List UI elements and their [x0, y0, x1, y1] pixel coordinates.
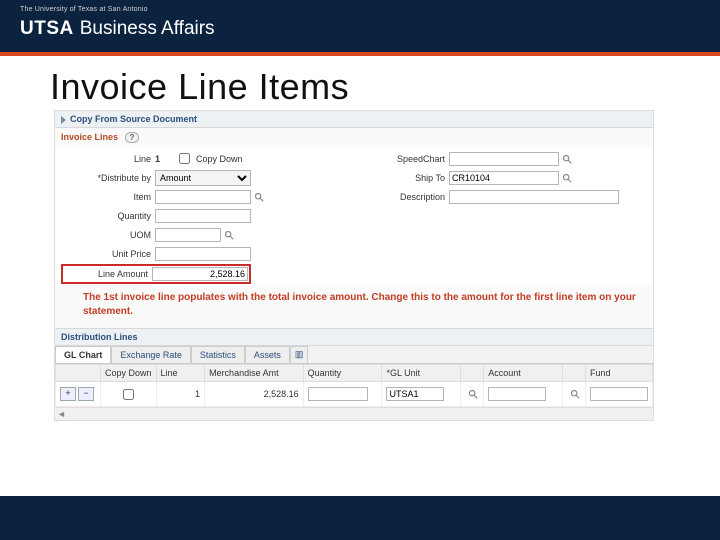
- description-input[interactable]: [449, 190, 619, 204]
- quantity-label: Quantity: [61, 211, 155, 221]
- row-merch-amt: 2,528.16: [205, 382, 304, 407]
- col-actions: [56, 365, 101, 382]
- tab-statistics[interactable]: Statistics: [191, 346, 245, 363]
- distribution-grid: Copy Down Line Merchandise Amt Quantity …: [55, 364, 653, 407]
- copy-from-source-section[interactable]: Copy From Source Document: [55, 111, 653, 128]
- line-amount-label: Line Amount: [64, 269, 152, 279]
- col-copy-down: Copy Down: [101, 365, 157, 382]
- tab-gl-chart[interactable]: GL Chart: [55, 346, 111, 363]
- row-copy-down-checkbox[interactable]: [123, 389, 134, 400]
- tab-assets[interactable]: Assets: [245, 346, 290, 363]
- utsa-wordmark: UTSA: [20, 18, 74, 39]
- line-number: 1: [155, 154, 175, 164]
- item-label: Item: [61, 192, 155, 202]
- ship-to-input[interactable]: [449, 171, 559, 185]
- brand-header: The University of Texas at San Antonio U…: [0, 0, 720, 56]
- dept-name: Business Affairs: [80, 18, 215, 39]
- col-account: Account: [484, 365, 563, 382]
- invoice-lines-title: Invoice Lines: [61, 132, 118, 142]
- scroll-left-icon[interactable]: ◄: [57, 409, 66, 419]
- item-input[interactable]: [155, 190, 251, 204]
- lookup-icon[interactable]: [561, 153, 573, 165]
- line-label: Line: [61, 154, 155, 164]
- grid-row: +− 1 2,528.16: [56, 382, 653, 407]
- col-account-lookup: [562, 365, 585, 382]
- lookup-icon[interactable]: [467, 388, 479, 400]
- row-fund-input[interactable]: [590, 387, 648, 401]
- tab-exchange-rate[interactable]: Exchange Rate: [111, 346, 191, 363]
- uom-label: UOM: [61, 230, 155, 240]
- add-row-button[interactable]: +: [60, 387, 76, 401]
- university-name: The University of Texas at San Antonio: [20, 6, 148, 13]
- distribute-by-select[interactable]: Amount: [155, 170, 251, 186]
- brand-logo: UTSA Business Affairs: [20, 18, 215, 40]
- lookup-icon[interactable]: [253, 191, 265, 203]
- speedchart-input[interactable]: [449, 152, 559, 166]
- distribute-by-label: Distribute by: [61, 173, 155, 183]
- copy-down-label: Copy Down: [196, 154, 243, 164]
- page-title: Invoice Line Items: [50, 66, 670, 108]
- delete-row-button[interactable]: −: [78, 387, 94, 401]
- distribution-tabs: GL Chart Exchange Rate Statistics Assets…: [55, 346, 653, 364]
- copy-from-label: Copy From Source Document: [70, 114, 197, 124]
- col-fund: Fund: [586, 365, 653, 382]
- col-quantity: Quantity: [303, 365, 382, 382]
- unit-price-input[interactable]: [155, 247, 251, 261]
- description-label: Description: [365, 192, 449, 202]
- tab-show-all-icon[interactable]: ▥: [290, 346, 309, 363]
- ship-to-label: Ship To: [365, 173, 449, 183]
- lookup-icon[interactable]: [223, 229, 235, 241]
- speedchart-label: SpeedChart: [365, 154, 449, 164]
- distribution-lines-title: Distribution Lines: [61, 332, 138, 342]
- instruction-note: The 1st invoice line populates with the …: [55, 285, 653, 328]
- lookup-icon[interactable]: [561, 172, 573, 184]
- unit-price-label: Unit Price: [61, 249, 155, 259]
- invoice-lines-header: Invoice Lines ?: [55, 128, 653, 147]
- uom-input[interactable]: [155, 228, 221, 242]
- line-amount-highlight: Line Amount: [61, 264, 251, 284]
- footer-bar: [0, 496, 720, 540]
- quantity-input[interactable]: [155, 209, 251, 223]
- grid-header-row: Copy Down Line Merchandise Amt Quantity …: [56, 365, 653, 382]
- col-line: Line: [156, 365, 205, 382]
- col-gl-unit: *GL Unit: [382, 365, 461, 382]
- help-icon[interactable]: ?: [125, 132, 140, 143]
- row-quantity-input[interactable]: [308, 387, 368, 401]
- distribution-lines-section[interactable]: Distribution Lines: [55, 328, 653, 346]
- row-account-input[interactable]: [488, 387, 546, 401]
- line-amount-input[interactable]: [152, 267, 248, 281]
- horizontal-scrollbar[interactable]: ◄: [55, 407, 653, 420]
- row-line: 1: [156, 382, 205, 407]
- col-merch-amt: Merchandise Amt: [205, 365, 304, 382]
- app-screenshot: Copy From Source Document Invoice Lines …: [54, 110, 654, 421]
- copy-down-checkbox[interactable]: [179, 153, 190, 164]
- col-gl-lookup: [461, 365, 484, 382]
- lookup-icon[interactable]: [569, 388, 581, 400]
- row-gl-unit-input[interactable]: [386, 387, 444, 401]
- caret-right-icon: [61, 116, 66, 124]
